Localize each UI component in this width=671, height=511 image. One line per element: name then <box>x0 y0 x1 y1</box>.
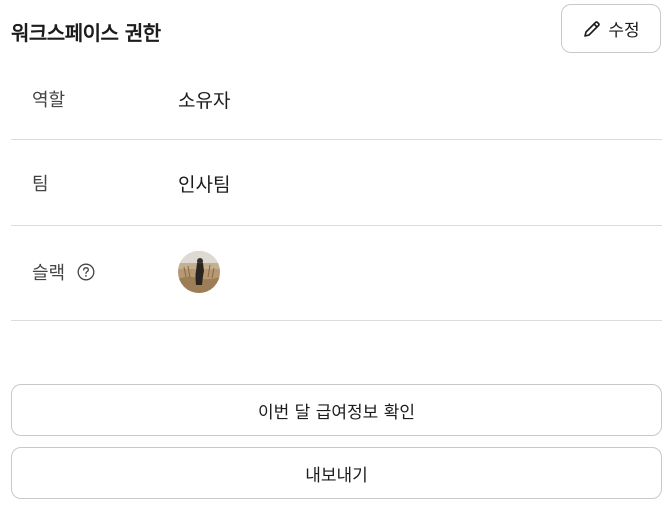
avatar <box>178 251 220 293</box>
header: 워크스페이스 권한 수정 <box>0 0 671 58</box>
role-value: 소유자 <box>178 90 231 112</box>
help-circle-icon[interactable] <box>77 263 95 281</box>
slack-label-group: 슬랙 <box>32 259 95 285</box>
slack-row: 슬랙 <box>11 226 662 321</box>
team-row: 팀 인사팀 <box>11 140 662 226</box>
slack-label: 슬랙 <box>32 263 66 284</box>
export-button[interactable]: 내보내기 <box>11 447 662 499</box>
edit-button[interactable]: 수정 <box>561 4 661 53</box>
role-row: 역할 소유자 <box>11 58 662 140</box>
edit-button-label: 수정 <box>608 21 640 41</box>
page-title: 워크스페이스 권한 <box>11 21 161 45</box>
check-salary-button[interactable]: 이번 달 급여정보 확인 <box>11 384 662 436</box>
team-value: 인사팀 <box>178 174 231 196</box>
team-label: 팀 <box>32 174 49 195</box>
role-label: 역할 <box>32 90 66 111</box>
pencil-icon <box>582 19 602 39</box>
